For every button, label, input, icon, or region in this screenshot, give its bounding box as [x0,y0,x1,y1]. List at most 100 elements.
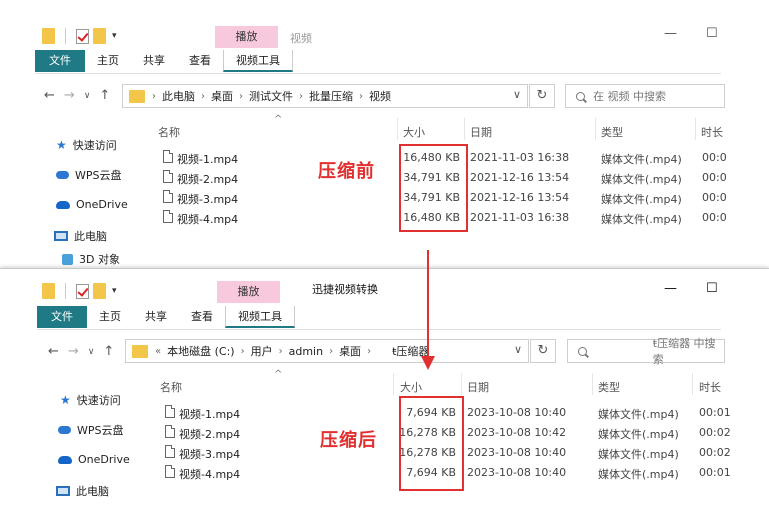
breadcrumb-item[interactable]: 本地磁盘 (C:) [167,343,234,359]
tab-video-tools[interactable]: 视频工具 [223,50,293,72]
file-icon [165,425,175,438]
new-folder-icon[interactable] [93,283,106,299]
table-row[interactable]: 视频-1.mp4 7,694 KB 2023-10-08 10:40 媒体文件(… [0,403,769,423]
computer-icon [56,486,70,496]
tab-file[interactable]: 文件 [35,50,85,72]
search-icon [578,346,587,356]
chevron-down-icon[interactable]: ∨ [514,343,522,356]
customize-toolbar-icon[interactable]: ▾ [112,286,117,296]
quick-access-toolbar: ▾ [42,24,117,48]
file-icon [165,465,175,478]
nav-buttons: ← → ∨ ↑ [48,344,114,359]
sidebar-item-this-pc[interactable]: 此电脑 [56,483,109,499]
column-header-size[interactable]: 大小 [403,124,425,140]
breadcrumb-item[interactable]: 此电脑 [162,88,195,104]
table-row[interactable]: 视频-4.mp4 16,480 KB 2021-11-03 16:38 媒体文件… [0,208,769,228]
folder-icon[interactable] [42,283,55,299]
back-arrow-icon[interactable]: ← [48,344,59,359]
back-arrow-icon[interactable]: ← [44,88,55,103]
up-arrow-icon[interactable]: ↑ [99,88,110,103]
breadcrumb-item[interactable]: 用户 [251,343,273,359]
ribbon-tabs: 文件 主页 共享 查看 视频工具 [37,306,295,328]
tab-view[interactable]: 查看 [179,306,225,328]
sidebar-item-this-pc[interactable]: 此电脑 [54,228,107,244]
recent-dropdown-icon[interactable]: ∨ [88,347,95,357]
file-icon [163,150,173,163]
column-header-date[interactable]: 日期 [470,124,492,140]
properties-icon[interactable] [76,28,89,44]
breadcrumb-item[interactable]: 测试文件 [249,88,293,104]
search-icon [576,91,585,101]
breadcrumb-item[interactable]: admin [289,345,323,358]
tab-share[interactable]: 共享 [133,306,179,328]
refresh-button[interactable]: ↻ [529,84,555,108]
column-header-type[interactable]: 类型 [601,124,623,140]
highlight-box-after [399,396,464,491]
column-header-date[interactable]: 日期 [467,379,489,395]
annotation-after: 压缩后 [320,430,377,451]
cube-icon [62,253,73,265]
maximize-icon[interactable]: ☐ [706,26,718,41]
tab-home[interactable]: 主页 [87,306,133,328]
tab-share[interactable]: 共享 [131,50,177,72]
file-icon [163,190,173,203]
address-bar[interactable]: › 此电脑 › 桌面 › 测试文件 › 批量压缩 › 视频 ∨ [122,84,528,108]
up-arrow-icon[interactable]: ↑ [103,344,114,359]
table-row[interactable]: 视频-1.mp4 16,480 KB 2021-11-03 16:38 媒体文件… [0,148,769,168]
column-header-duration[interactable]: 时长 [701,124,723,140]
window-title: 迅捷视频转换 [312,283,378,296]
breadcrumb-item[interactable]: 视频 [369,88,391,104]
column-header-name[interactable]: 名称 [160,379,182,395]
column-header-type[interactable]: 类型 [598,379,620,395]
file-icon [165,405,175,418]
table-row[interactable]: 视频-3.mp4 16,278 KB 2023-10-08 10:40 媒体文件… [0,443,769,463]
column-header-size[interactable]: 大小 [400,379,422,395]
forward-arrow-icon[interactable]: → [64,88,75,103]
minimize-icon[interactable]: — [664,26,677,41]
minimize-icon[interactable]: — [664,281,677,296]
sidebar-item-3d-objects[interactable]: 3D 对象 [62,251,120,267]
search-input[interactable]: ŧ压缩器 中搜索 [567,337,725,366]
sort-ascending-icon: ^ [274,369,283,380]
ribbon-tabs: 文件 主页 共享 查看 视频工具 [35,50,293,72]
window-title: 视频 [290,32,312,45]
chevron-down-icon[interactable]: ∨ [513,88,521,101]
customize-toolbar-icon[interactable]: ▾ [112,31,117,41]
refresh-button[interactable]: ↻ [530,339,556,363]
computer-icon [54,231,68,241]
highlight-box-before [399,144,468,232]
table-row[interactable]: 视频-2.mp4 16,278 KB 2023-10-08 10:42 媒体文件… [0,423,769,443]
quick-access-toolbar: ▾ [42,279,117,303]
nav-buttons: ← → ∨ ↑ [44,88,110,103]
recent-dropdown-icon[interactable]: ∨ [84,91,91,101]
tab-view[interactable]: 查看 [177,50,223,72]
folder-icon [129,89,145,103]
down-arrow-icon [421,356,435,370]
table-row[interactable]: 视频-3.mp4 34,791 KB 2021-12-16 13:54 媒体文件… [0,188,769,208]
new-folder-icon[interactable] [93,28,106,44]
table-row[interactable]: 视频-4.mp4 7,694 KB 2023-10-08 10:40 媒体文件(… [0,463,769,483]
tab-file[interactable]: 文件 [37,306,87,328]
breadcrumb-item[interactable]: 桌面 [211,88,233,104]
breadcrumb-item[interactable]: 批量压缩 [309,88,353,104]
tab-video-tools[interactable]: 视频工具 [225,306,295,328]
annotation-before: 压缩前 [318,161,375,182]
breadcrumb-item[interactable]: 桌面 [339,343,361,359]
column-header-name[interactable]: 名称 [158,124,180,140]
properties-icon[interactable] [76,283,89,299]
tab-home[interactable]: 主页 [85,50,131,72]
folder-icon [132,344,148,358]
maximize-icon[interactable]: ☐ [706,281,718,296]
sort-ascending-icon: ^ [274,114,283,125]
folder-icon[interactable] [42,28,55,44]
forward-arrow-icon[interactable]: → [68,344,79,359]
explorer-window-after: ▾ 播放 迅捷视频转换 — ☐ 文件 主页 共享 查看 视频工具 ← → ∨ ↑… [0,268,769,526]
comparison-arrow-line [427,250,429,360]
file-icon [163,170,173,183]
column-header-duration[interactable]: 时长 [699,379,721,395]
table-row[interactable]: 视频-2.mp4 34,791 KB 2021-12-16 13:54 媒体文件… [0,168,769,188]
address-bar[interactable]: « 本地磁盘 (C:) › 用户 › admin › 桌面 › ŧ压缩器 ∨ [125,339,529,363]
context-tab-play: 播放 [217,281,280,303]
context-tab-play: 播放 [215,26,278,48]
search-input[interactable]: 在 视频 中搜索 [565,84,725,108]
